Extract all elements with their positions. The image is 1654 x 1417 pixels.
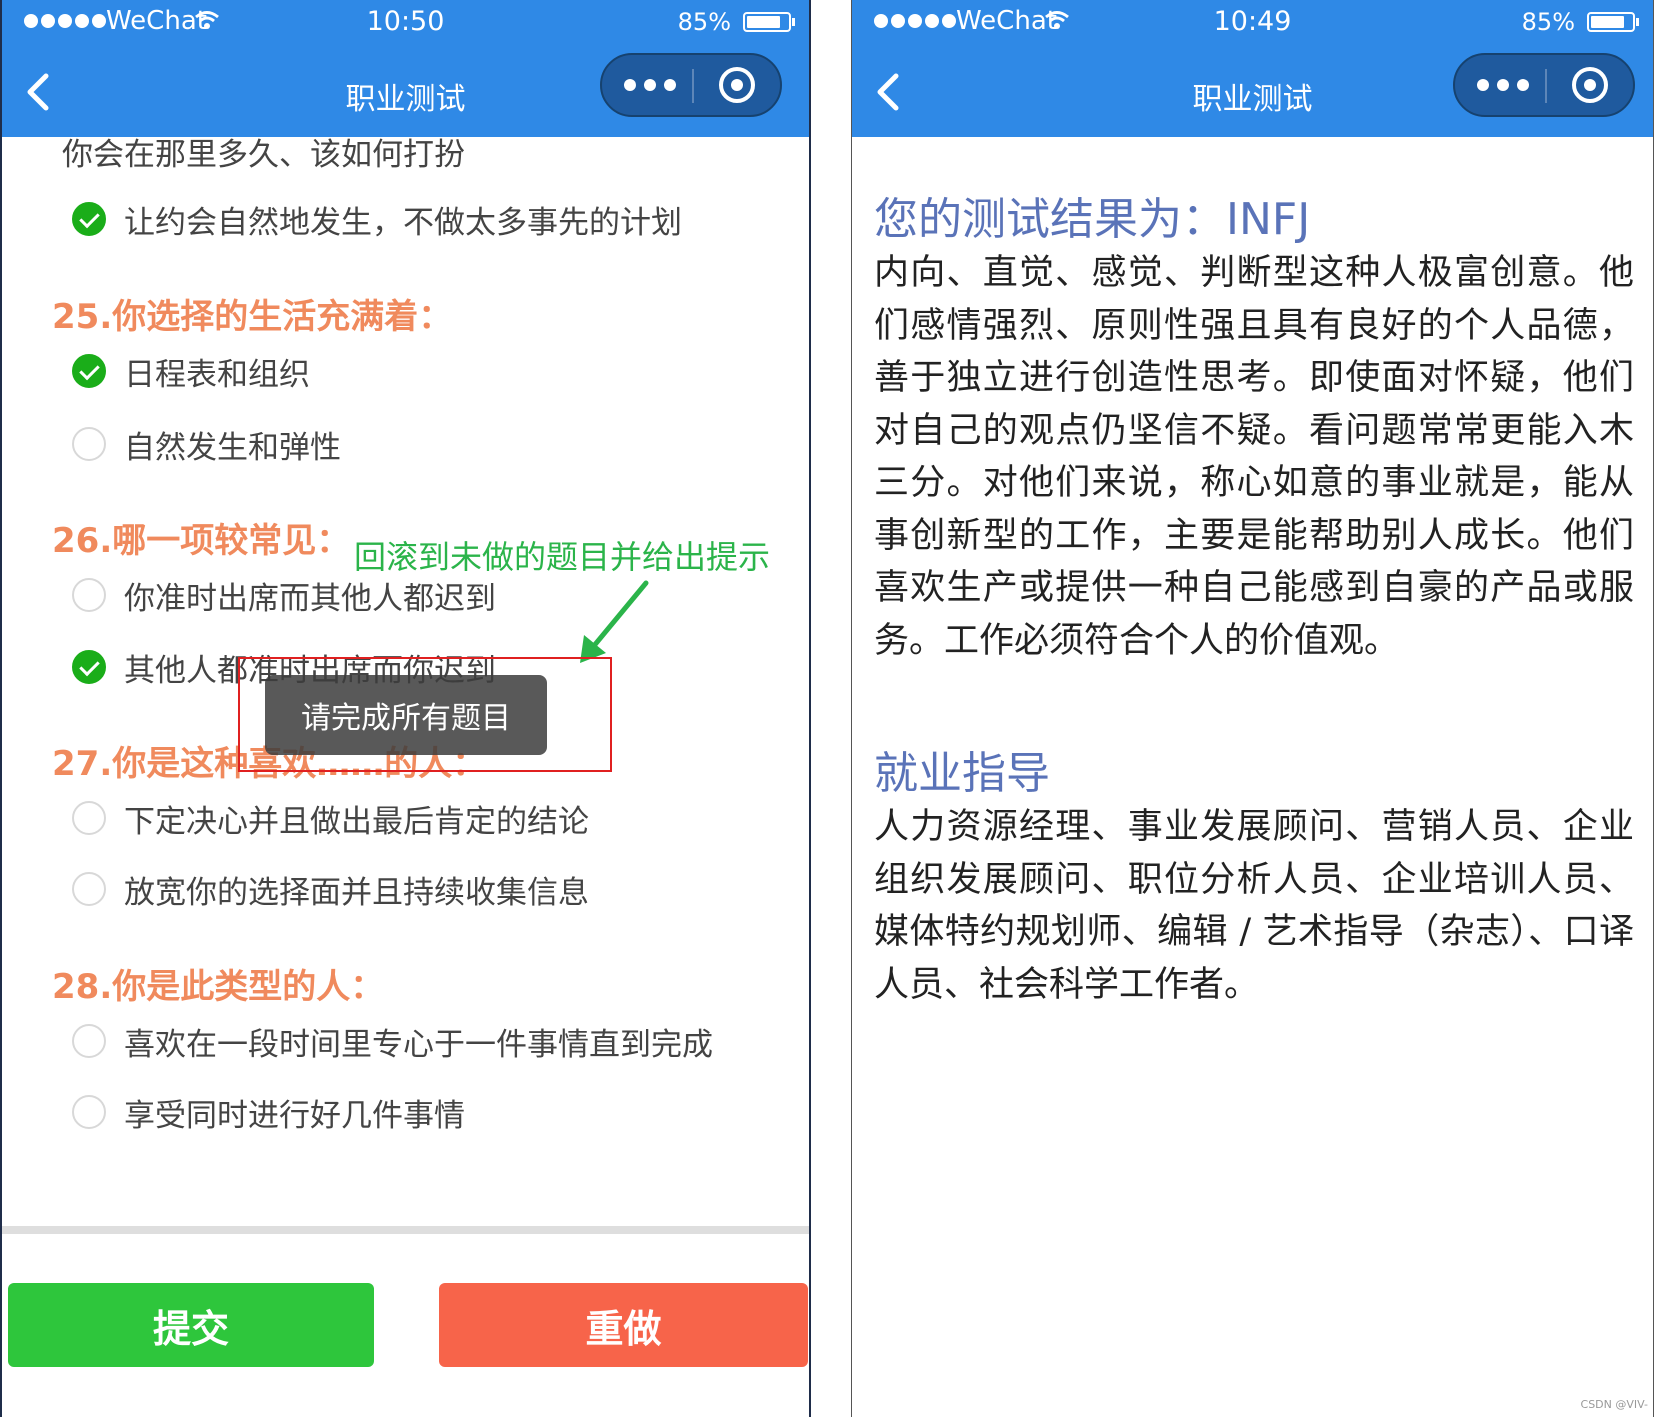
- q28-option-2[interactable]: 享受同时进行好几件事情: [72, 1092, 465, 1134]
- close-miniprogram-icon[interactable]: [719, 67, 755, 103]
- q25-option-2[interactable]: 自然发生和弹性: [72, 424, 341, 466]
- status-bar: WeChat 10:50 85%: [2, 0, 809, 46]
- q28-option-1[interactable]: 喜欢在一段时间里专心于一件事情直到完成: [72, 1021, 713, 1063]
- battery-level: [1591, 16, 1625, 28]
- result-heading: 您的测试结果为：INFJ: [874, 194, 1311, 245]
- footer-divider: [2, 1226, 809, 1234]
- close-miniprogram-icon[interactable]: [1572, 67, 1608, 103]
- result-screen: WeChat 10:49 85% 职业测试 您的测试结果为：INFJ 内向、直觉: [851, 0, 1654, 1417]
- result-description: 内向、直觉、感觉、判断型这种人极富创意。他们感情强烈、原则性强且具有良好的个人品…: [874, 253, 1634, 661]
- nav-bar: 职业测试: [2, 46, 809, 137]
- question-title-25: 25.你选择的生活充满着：: [52, 297, 453, 337]
- submit-button[interactable]: 提交: [8, 1283, 374, 1367]
- toast-message: 请完成所有题目: [265, 675, 547, 755]
- battery-icon: [1587, 12, 1639, 32]
- option-label: 日程表和组织: [124, 356, 310, 393]
- unchecked-radio-icon[interactable]: [72, 801, 106, 835]
- option-label: 你准时出席而其他人都迟到: [124, 580, 496, 617]
- unchecked-radio-icon[interactable]: [72, 1095, 106, 1129]
- option-label: 放宽你的选择面并且持续收集信息: [124, 874, 589, 911]
- status-bar: WeChat 10:49 85%: [852, 0, 1653, 46]
- capsule-divider: [692, 69, 694, 103]
- battery-level: [747, 16, 781, 28]
- q27-option-2[interactable]: 放宽你的选择面并且持续收集信息: [72, 869, 589, 911]
- nav-bar: 职业测试: [852, 46, 1653, 137]
- option-label: 喜欢在一段时间里专心于一件事情直到完成: [124, 1026, 713, 1063]
- q24-option-selected[interactable]: 让约会自然地发生，不做太多事先的计划: [72, 199, 682, 241]
- annotation-note: 回滚到未做的题目并给出提示: [354, 538, 771, 576]
- unchecked-radio-icon[interactable]: [72, 578, 106, 612]
- capsule-divider: [1545, 69, 1547, 103]
- top-bar: WeChat 10:49 85% 职业测试: [852, 0, 1653, 137]
- checked-radio-icon[interactable]: [72, 354, 106, 388]
- unchecked-radio-icon[interactable]: [72, 427, 106, 461]
- q25-option-1[interactable]: 日程表和组织: [72, 351, 310, 393]
- battery-percent: 85%: [1521, 8, 1575, 36]
- redo-button[interactable]: 重做: [439, 1283, 808, 1367]
- career-guidance-heading: 就业指导: [874, 748, 1050, 799]
- miniprogram-capsule: [1453, 53, 1635, 117]
- q27-option-1[interactable]: 下定决心并且做出最后肯定的结论: [72, 798, 589, 840]
- quiz-screen: WeChat 10:50 85% 职业测试 你会在那里多久、该如何打扮 让约会自…: [0, 0, 811, 1417]
- question-title-28: 28.你是此类型的人：: [52, 967, 385, 1007]
- miniprogram-capsule: [600, 53, 782, 117]
- quiz-content: 你会在那里多久、该如何打扮 让约会自然地发生，不做太多事先的计划 25.你选择的…: [2, 137, 809, 1417]
- unchecked-radio-icon[interactable]: [72, 1024, 106, 1058]
- watermark: CSDN @VIV-: [1580, 1398, 1648, 1411]
- question-text-fragment: 你会在那里多久、该如何打扮: [62, 137, 465, 173]
- career-guidance-text: 人力资源经理、事业发展顾问、营销人员、企业组织发展顾问、职位分析人员、企业培训人…: [874, 807, 1634, 1005]
- checked-radio-icon[interactable]: [72, 650, 106, 684]
- battery-percent: 85%: [677, 8, 731, 36]
- unchecked-radio-icon[interactable]: [72, 872, 106, 906]
- more-icon[interactable]: [624, 79, 676, 91]
- q26-option-1[interactable]: 你准时出席而其他人都迟到: [72, 575, 496, 617]
- option-label: 享受同时进行好几件事情: [124, 1097, 465, 1134]
- option-label: 下定决心并且做出最后肯定的结论: [124, 803, 589, 840]
- option-label: 自然发生和弹性: [124, 429, 341, 466]
- result-content: 您的测试结果为：INFJ 内向、直觉、感觉、判断型这种人极富创意。他们感情强烈、…: [852, 137, 1653, 1417]
- top-bar: WeChat 10:50 85% 职业测试: [2, 0, 809, 137]
- battery-icon: [743, 12, 795, 32]
- annotation-arrow-icon: [580, 580, 649, 663]
- checked-radio-icon[interactable]: [72, 202, 106, 236]
- option-label: 让约会自然地发生，不做太多事先的计划: [124, 204, 682, 241]
- question-title-26: 26.哪一项较常见：: [52, 521, 351, 561]
- more-icon[interactable]: [1477, 79, 1529, 91]
